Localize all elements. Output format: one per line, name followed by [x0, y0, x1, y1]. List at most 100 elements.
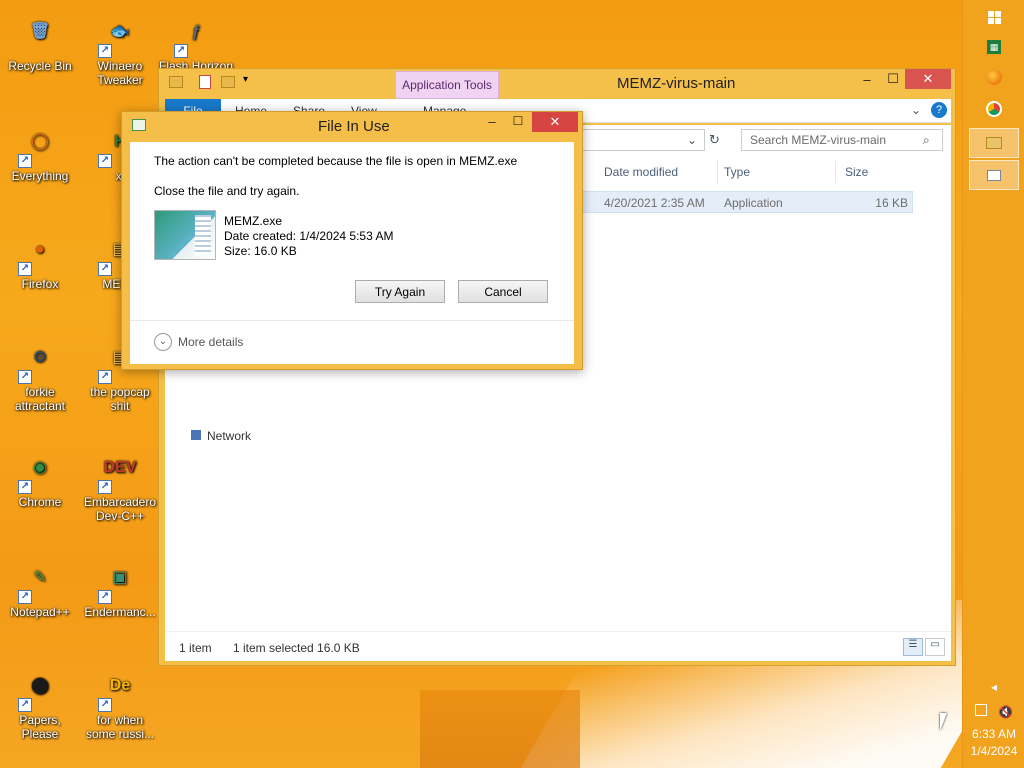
dialog-maximize-button[interactable]: ☐ [508, 114, 528, 132]
search-icon: ⌕ [923, 133, 930, 147]
taskbar: ▦ ◂ 🔇 6:33 AM 1/4/2024 [962, 0, 1024, 768]
dialog-app-icon [132, 119, 146, 131]
clock-date[interactable]: 1/4/2024 [963, 744, 1024, 758]
desktop-icon-label: for when some russi... [85, 713, 154, 741]
shortcut-arrow-icon: ↗ [98, 154, 112, 168]
app-icon: 🐟 ↗ [96, 8, 144, 58]
shortcut-arrow-icon: ↗ [98, 370, 112, 384]
desktop-icon-label: the popcap shit [90, 385, 150, 413]
desktop-icon[interactable]: ✎ ↗ Notepad++ [2, 554, 78, 620]
new-folder-icon[interactable] [221, 76, 235, 88]
large-icons-view-icon[interactable]: ▭ [925, 638, 945, 656]
try-again-button[interactable]: Try Again [355, 280, 445, 303]
close-button[interactable]: ✕ [905, 69, 951, 89]
desktop-icon[interactable]: De ↗ for when some russi... [82, 662, 158, 742]
desktop-icon-label: Endermanc... [84, 605, 156, 619]
app-icon: ◉ ↗ [16, 444, 64, 494]
desktop-icon[interactable]: ◯ ↗ Everything [2, 118, 78, 184]
explorer-title: MEMZ-virus-main [617, 75, 736, 92]
chevron-down-icon[interactable]: ⌄ [154, 333, 172, 351]
desktop-icon[interactable]: ⬤ ↗ Papers, Please [2, 662, 78, 741]
desktop-icon[interactable]: ● ↗ Firefox [2, 226, 78, 291]
app-icon: DEV ↗ [96, 444, 144, 494]
mouse-cursor [940, 713, 947, 731]
network-icon[interactable] [974, 704, 987, 716]
desktop-icon[interactable]: 🗑 Recycle Bin [2, 8, 78, 74]
app-icon: ▣ ↗ [96, 554, 144, 604]
chevron-down-icon[interactable]: ⌄ [911, 103, 921, 117]
app-icon: De ↗ [96, 662, 144, 712]
chevron-down-icon[interactable]: ▾ [243, 74, 248, 85]
application-tools-tab[interactable]: Application Tools [395, 71, 499, 99]
volume-muted-icon[interactable]: 🔇 [998, 705, 1013, 719]
column-date-modified[interactable]: Date modified [604, 165, 678, 179]
chevron-down-icon[interactable]: ⌄ [687, 133, 697, 147]
taskbar-dialog-window[interactable] [969, 160, 1019, 190]
status-item-count: 1 item [179, 641, 212, 655]
maximize-button[interactable]: ☐ [879, 69, 907, 89]
desktop-icon[interactable]: DEV ↗ Embarcadero Dev-C++ [82, 444, 158, 524]
cancel-button[interactable]: Cancel [458, 280, 548, 303]
refresh-icon[interactable]: ↻ [709, 132, 720, 148]
desktop-icon-label: Recycle Bin [8, 59, 72, 73]
file-date-modified: 4/20/2021 2:35 AM [604, 196, 705, 210]
desktop-icon-label: Winaero Tweaker [97, 59, 143, 87]
help-icon[interactable]: ? [931, 102, 947, 118]
taskbar-file-explorer[interactable] [969, 128, 1019, 158]
windows-logo-icon [987, 10, 1001, 24]
chrome-icon [986, 101, 1002, 117]
start-button[interactable] [969, 2, 1019, 32]
system-tray-icons: 🔇 [963, 704, 1024, 719]
file-size: 16 KB [875, 196, 908, 210]
shortcut-arrow-icon: ↗ [98, 262, 112, 276]
shortcut-arrow-icon: ↗ [18, 590, 32, 604]
shortcut-arrow-icon: ↗ [18, 480, 32, 494]
nav-item-network[interactable]: Network [191, 429, 251, 443]
shortcut-arrow-icon: ↗ [18, 262, 32, 276]
desktop-icon-label: Papers, Please [19, 713, 61, 741]
status-selection: 1 item selected 16.0 KB [233, 641, 360, 655]
dialog-body: The action can't be completed because th… [130, 142, 574, 364]
minimize-button[interactable]: ‒ [853, 69, 881, 89]
taskbar-firefox[interactable] [969, 62, 1019, 92]
clock-time[interactable]: 6:33 AM [963, 727, 1024, 741]
desktop-icon-label: forkie attractant [14, 385, 66, 413]
column-separator[interactable] [835, 161, 836, 183]
dialog-minimize-button[interactable]: ‒ [482, 114, 502, 132]
details-view-icon[interactable]: ☰ [903, 638, 923, 656]
desktop-icon[interactable]: 🐟 ↗ Winaero Tweaker [82, 8, 158, 88]
app-icon: ƒ ↗ [172, 8, 220, 58]
dialog-divider [130, 320, 574, 321]
search-input[interactable]: Search MEMZ-virus-main [741, 129, 943, 151]
shortcut-arrow-icon: ↗ [18, 370, 32, 384]
shortcut-arrow-icon: ↗ [98, 44, 112, 58]
app-icon: ◯ ↗ [16, 118, 64, 168]
more-details-link[interactable]: More details [178, 335, 243, 349]
dialog-file-name: MEMZ.exe [224, 214, 283, 228]
properties-icon[interactable] [199, 75, 211, 89]
column-type[interactable]: Type [724, 165, 750, 179]
app-icon: ⬤ ↗ [16, 662, 64, 712]
dialog-title: File In Use [318, 118, 390, 135]
show-hidden-icons[interactable]: ◂ [963, 680, 1024, 694]
desktop-icon[interactable]: ƒ ↗ Flash Horizon [158, 8, 234, 74]
taskbar-excel[interactable]: ▦ [969, 32, 1019, 62]
desktop-icon[interactable]: ⚙ ↗ forkie attractant [2, 334, 78, 414]
taskbar-chrome[interactable] [969, 94, 1019, 124]
desktop-icon[interactable]: ▣ ↗ Endermanc... [82, 554, 158, 620]
explorer-titlebar[interactable]: ▾ Application Tools MEMZ-virus-main ‒ ☐ … [159, 69, 955, 99]
shortcut-arrow-icon: ↗ [18, 154, 32, 168]
dialog-titlebar[interactable]: File In Use ‒ ☐ ✕ [122, 112, 582, 140]
dialog-close-button[interactable]: ✕ [532, 112, 578, 132]
column-size[interactable]: Size [845, 165, 868, 179]
column-separator[interactable] [717, 161, 718, 183]
shortcut-arrow-icon: ↗ [98, 590, 112, 604]
folder-icon [986, 137, 1002, 149]
wallpaper-shade [420, 690, 580, 768]
firefox-icon [986, 69, 1002, 85]
desktop-icon[interactable]: ◉ ↗ Chrome [2, 444, 78, 509]
file-thumbnail-icon [154, 210, 216, 260]
dialog-message: The action can't be completed because th… [154, 154, 518, 168]
dialog-file-size: Size: 16.0 KB [224, 244, 297, 258]
desktop-icon-label: Firefox [21, 277, 59, 291]
